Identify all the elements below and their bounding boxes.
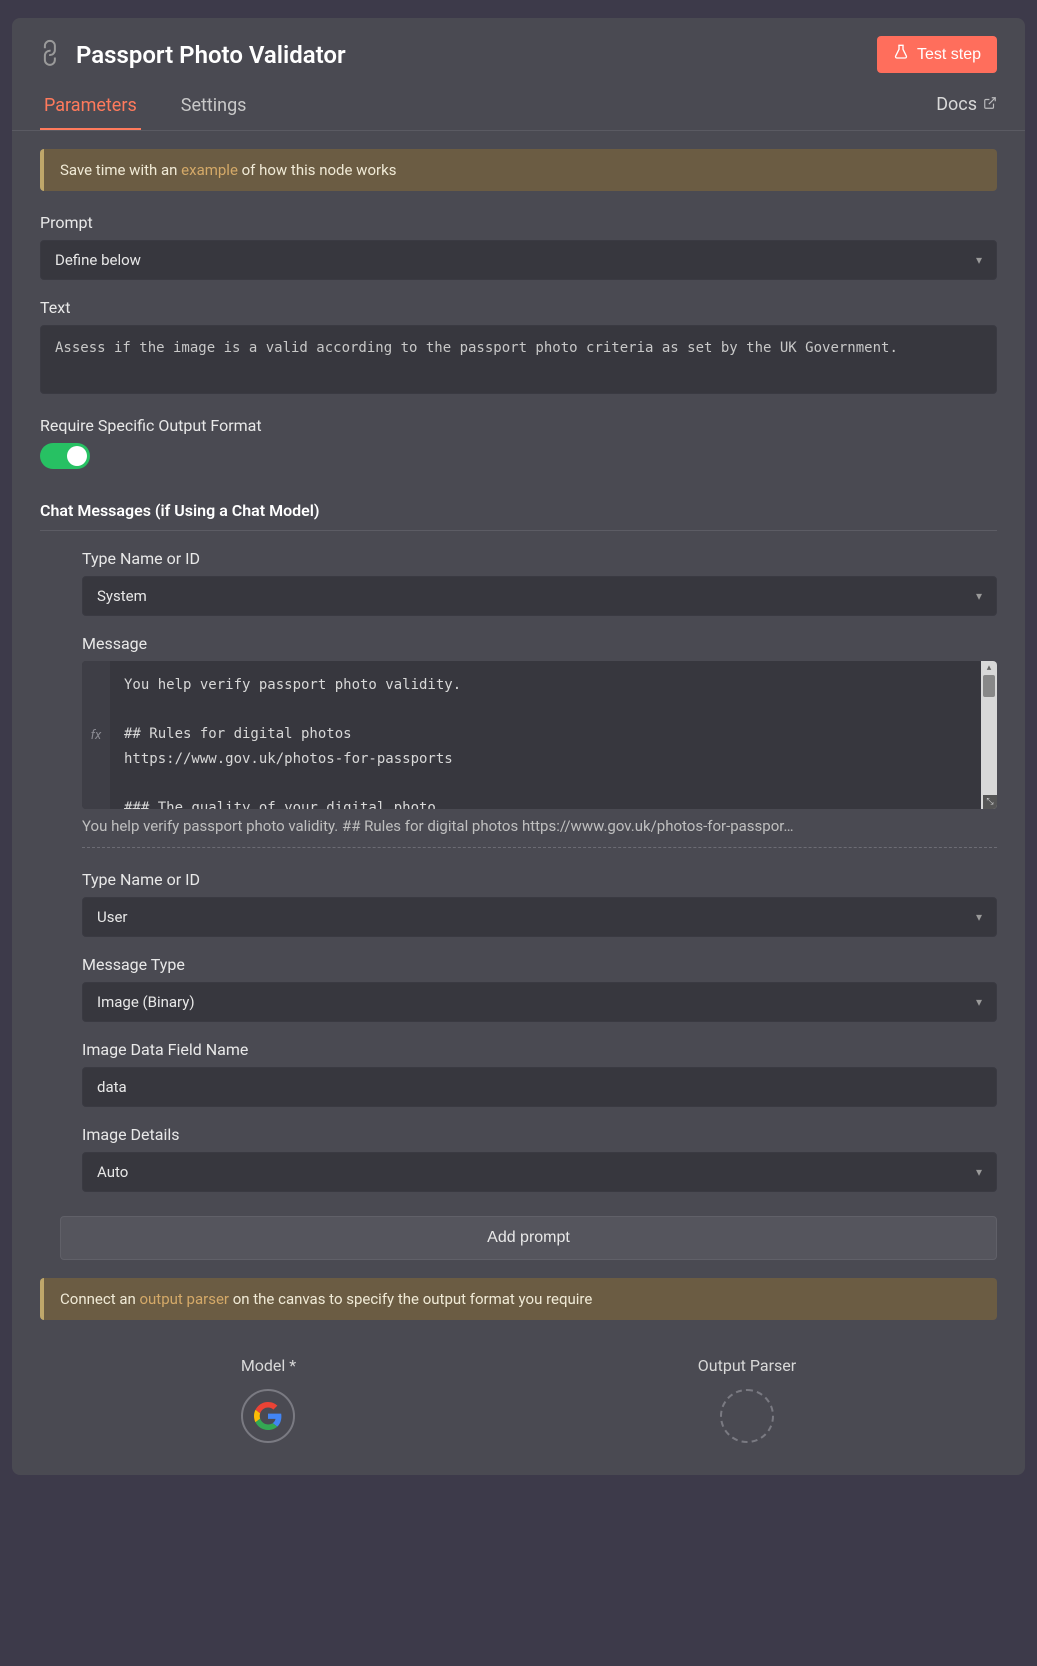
msgtype-label: Message Type xyxy=(82,955,997,974)
message-preview: You help verify passport photo validity.… xyxy=(82,809,997,848)
chat-messages-section-title: Chat Messages (if Using a Chat Model) xyxy=(40,501,997,531)
prompt-field: Prompt Define below ▾ xyxy=(40,213,997,280)
text-label: Text xyxy=(40,298,997,317)
add-prompt-row: Add prompt xyxy=(40,1210,997,1260)
add-prompt-button[interactable]: Add prompt xyxy=(60,1216,997,1260)
require-format-field: Require Specific Output Format xyxy=(40,416,997,469)
parser-connection: Output Parser xyxy=(698,1356,796,1443)
type2-value: User xyxy=(97,908,128,926)
require-format-label: Require Specific Output Format xyxy=(40,416,997,435)
text-field: Text Assess if the image is a valid acco… xyxy=(40,298,997,398)
tabs-row: Parameters Settings Docs xyxy=(12,87,1025,131)
google-icon xyxy=(254,1402,282,1430)
type1-field: Type Name or ID System ▾ xyxy=(82,549,997,616)
tab-parameters[interactable]: Parameters xyxy=(40,87,141,130)
expression-gutter[interactable]: fx xyxy=(82,661,110,809)
parser-label: Output Parser xyxy=(698,1356,796,1375)
node-title: Passport Photo Validator xyxy=(76,41,346,69)
scrollbar[interactable]: ▴ ⤡ xyxy=(981,661,997,809)
notice-text-post: of how this node works xyxy=(238,161,397,179)
model-label: Model * xyxy=(241,1356,296,1375)
imgfield-input[interactable]: data xyxy=(82,1067,997,1107)
tabs-left: Parameters Settings xyxy=(40,87,250,130)
message-label: Message xyxy=(82,634,997,653)
chevron-down-icon: ▾ xyxy=(976,253,982,267)
chevron-down-icon: ▾ xyxy=(976,589,982,603)
docs-label: Docs xyxy=(936,94,977,115)
parser-notice-pre: Connect an xyxy=(60,1290,139,1308)
docs-link[interactable]: Docs xyxy=(936,94,997,123)
modal-header: Passport Photo Validator Test step xyxy=(12,18,1025,87)
tab-settings[interactable]: Settings xyxy=(177,87,251,130)
header-title-group: Passport Photo Validator xyxy=(40,40,346,70)
test-step-label: Test step xyxy=(917,46,981,64)
msgtype-value: Image (Binary) xyxy=(97,993,195,1011)
prompt-select[interactable]: Define below ▾ xyxy=(40,240,997,280)
output-parser-notice: Connect an output parser on the canvas t… xyxy=(40,1278,997,1320)
type1-value: System xyxy=(97,587,147,605)
scroll-thumb[interactable] xyxy=(983,675,995,697)
model-connection: Model * xyxy=(241,1356,296,1443)
prompt-label: Prompt xyxy=(40,213,997,232)
test-step-button[interactable]: Test step xyxy=(877,36,997,73)
message-textarea[interactable]: You help verify passport photo validity.… xyxy=(110,661,981,809)
content-area: Save time with an example of how this no… xyxy=(12,131,1025,1475)
text-textarea[interactable]: Assess if the image is a valid according… xyxy=(40,325,997,394)
example-notice: Save time with an example of how this no… xyxy=(40,149,997,191)
example-link[interactable]: example xyxy=(181,161,238,179)
type2-select[interactable]: User ▾ xyxy=(82,897,997,937)
msgtype-field: Message Type Image (Binary) ▾ xyxy=(82,955,997,1022)
type1-select[interactable]: System ▾ xyxy=(82,576,997,616)
chat-messages-list: Type Name or ID System ▾ Message fx You … xyxy=(40,549,997,1192)
connections-footer: Model * Output Parser xyxy=(40,1320,997,1455)
chevron-down-icon: ▾ xyxy=(976,1165,982,1179)
imgdetails-select[interactable]: Auto ▾ xyxy=(82,1152,997,1192)
imgfield-field: Image Data Field Name data xyxy=(82,1040,997,1107)
imgfield-value: data xyxy=(97,1078,127,1096)
require-format-toggle[interactable] xyxy=(40,443,90,469)
message-field: Message fx You help verify passport phot… xyxy=(82,634,997,848)
msgtype-select[interactable]: Image (Binary) ▾ xyxy=(82,982,997,1022)
notice-text-pre: Save time with an xyxy=(60,161,181,179)
message-code-area: fx You help verify passport photo validi… xyxy=(82,661,997,809)
chevron-down-icon: ▾ xyxy=(976,995,982,1009)
toggle-knob xyxy=(67,446,87,466)
model-connector[interactable] xyxy=(241,1389,295,1443)
prompt-value: Define below xyxy=(55,251,141,269)
chevron-down-icon: ▾ xyxy=(976,910,982,924)
imgdetails-field: Image Details Auto ▾ xyxy=(82,1125,997,1192)
imgdetails-label: Image Details xyxy=(82,1125,997,1144)
flask-icon xyxy=(893,44,909,65)
external-link-icon xyxy=(983,96,997,114)
resize-handle-icon[interactable]: ⤡ xyxy=(983,795,997,809)
type1-label: Type Name or ID xyxy=(82,549,997,568)
type2-field: Type Name or ID User ▾ xyxy=(82,870,997,937)
parser-notice-post: on the canvas to specify the output form… xyxy=(229,1290,592,1308)
imgfield-label: Image Data Field Name xyxy=(82,1040,997,1059)
parser-connector[interactable] xyxy=(720,1389,774,1443)
type2-label: Type Name or ID xyxy=(82,870,997,889)
scroll-up-icon: ▴ xyxy=(981,661,997,675)
imgdetails-value: Auto xyxy=(97,1163,128,1181)
chain-link-icon xyxy=(33,35,71,73)
node-config-modal: Passport Photo Validator Test step Param… xyxy=(12,18,1025,1475)
output-parser-link[interactable]: output parser xyxy=(139,1290,229,1308)
